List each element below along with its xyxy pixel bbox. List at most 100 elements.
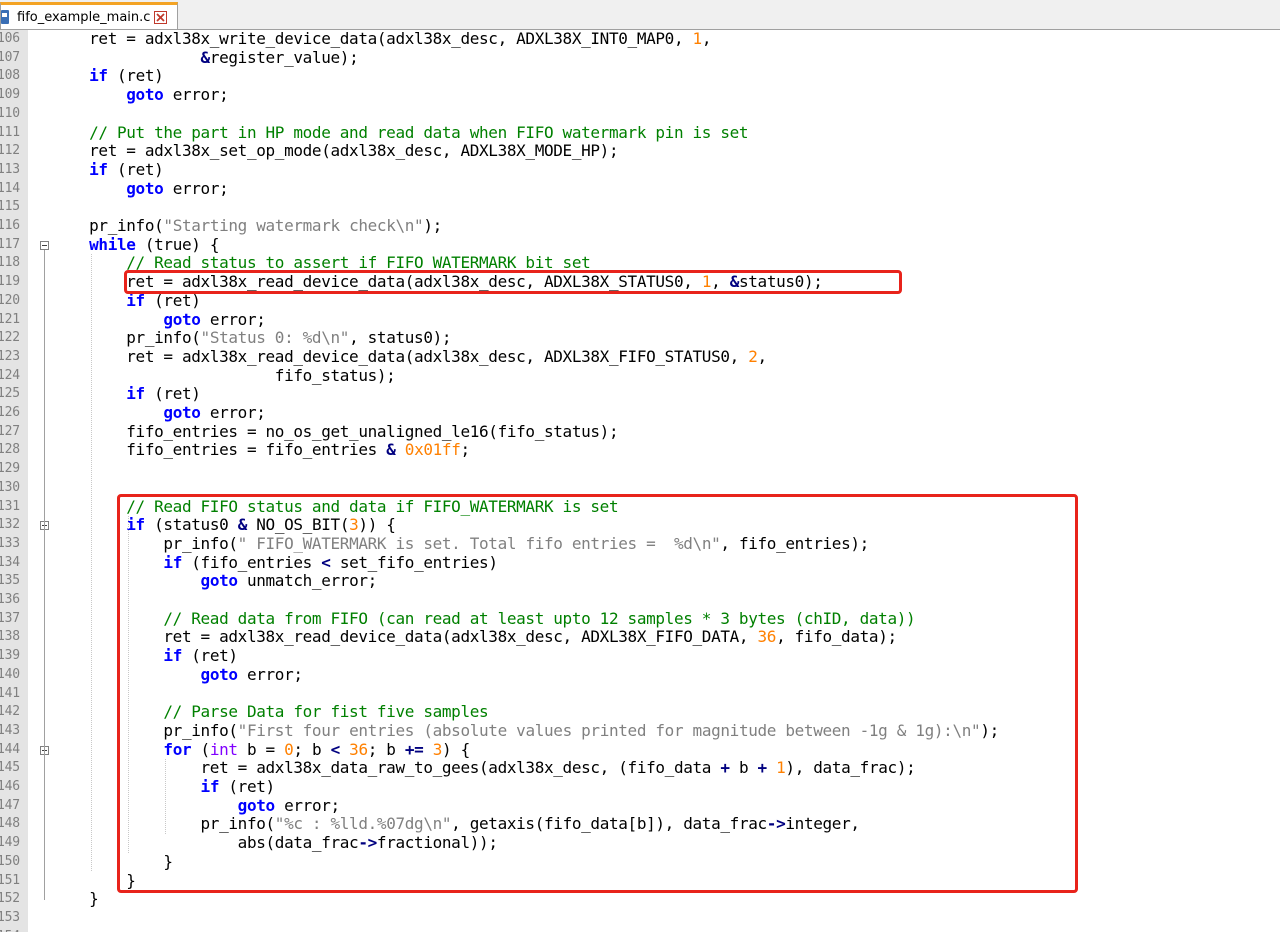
line-number: 106 [0, 31, 20, 46]
code-line[interactable]: 142 // Parse Data for fist five samples [0, 702, 1280, 722]
code-line[interactable]: 130 [0, 479, 1280, 498]
code-text: ret = adxl38x_read_device_data(adxl38x_d… [52, 272, 823, 292]
code-token: error; [200, 403, 266, 422]
code-line[interactable]: 125 if (ret) [0, 384, 1280, 404]
code-token: } [52, 851, 173, 871]
code-line[interactable]: 153 [0, 909, 1280, 928]
code-text: goto error; [52, 795, 340, 816]
code-token: ); [423, 216, 442, 235]
code-line[interactable]: 115 [0, 198, 1280, 217]
code-line[interactable]: 137 // Read data from FIFO (can read at … [0, 609, 1280, 629]
code-token: error; [200, 309, 266, 329]
code-line[interactable]: 152 } [0, 889, 1280, 909]
code-line[interactable]: 148 pr_info("%c : %lld.%07dg\n", getaxis… [0, 815, 1280, 834]
code-line[interactable]: 122 pr_info("Status 0: %d\n", status0); [0, 328, 1280, 348]
code-line[interactable]: 108 if (ret) [0, 67, 1280, 86]
code-text: } [52, 851, 173, 872]
code-line[interactable]: 110 [0, 105, 1280, 124]
code-line[interactable]: 139 if (ret) [0, 646, 1280, 666]
code-line[interactable]: 120 if (ret) [0, 291, 1280, 311]
code-line[interactable]: 140 goto error; [0, 664, 1280, 685]
code-line[interactable]: 138 ret = adxl38x_read_device_data(adxl3… [0, 628, 1280, 647]
code-line[interactable]: 109 goto error; [0, 85, 1280, 105]
code-token: , getaxis(fifo_data[b]), data_frac [451, 814, 767, 834]
code-token: fractional)); [376, 833, 498, 853]
code-token: (status0 [144, 515, 238, 535]
code-line[interactable]: 154 error: [0, 927, 1280, 932]
code-line[interactable]: 136 [0, 591, 1280, 610]
code-token: goto [200, 664, 238, 684]
code-line[interactable]: 116 pr_info("Starting watermark check\n"… [0, 216, 1280, 236]
code-line[interactable]: 107 &register_value); [0, 48, 1280, 68]
code-token: if [89, 159, 108, 179]
code-line[interactable]: 124 fifo_status); [0, 366, 1280, 386]
code-token: & [729, 272, 740, 292]
code-line[interactable]: 106 ret = adxl38x_write_device_data(adxl… [0, 30, 1280, 49]
code-line[interactable]: 133 pr_info(" FIFO_WATERMARK is set. Tot… [0, 533, 1280, 554]
code-line[interactable]: 119 ret = adxl38x_read_device_data(adxl3… [0, 272, 1280, 292]
code-line[interactable]: 113 if (ret) [0, 159, 1280, 180]
code-line[interactable]: 132 if (status0 & NO_OS_BIT(3)) { [0, 515, 1280, 535]
line-number: 118 [0, 255, 20, 271]
code-line[interactable]: 143 pr_info("First four entries (absolut… [0, 721, 1280, 741]
line-number: 141 [0, 685, 20, 701]
fold-toggle-icon[interactable] [40, 240, 49, 250]
code-line[interactable]: 126 goto error; [0, 403, 1280, 423]
code-token: " FIFO_WATERMARK is set. Total fifo entr… [237, 533, 721, 553]
editor-window: fifo_example_main.c 106 ret = adxl38x_wr… [0, 0, 1280, 932]
code-line[interactable]: 131 // Read FIFO status and data if FIFO… [0, 497, 1280, 517]
code-editor[interactable]: 106 ret = adxl38x_write_device_data(adxl… [0, 30, 1280, 932]
code-text: goto error; [52, 309, 266, 330]
tab-bar: fifo_example_main.c [0, 0, 1280, 30]
code-text: ret = adxl38x_read_device_data(adxl38x_d… [52, 346, 768, 367]
line-number: 151 [0, 872, 20, 888]
line-number: 123 [0, 348, 20, 364]
code-line[interactable]: 123 ret = adxl38x_read_device_data(adxl3… [0, 346, 1280, 367]
code-line[interactable]: 134 if (fifo_entries < set_fifo_entries) [0, 553, 1280, 573]
code-line[interactable]: 121 goto error; [0, 309, 1280, 330]
code-line[interactable]: 129 [0, 460, 1280, 479]
code-line[interactable]: 151 } [0, 871, 1280, 891]
code-line[interactable]: 118 // Read status to assert if FIFO_WAT… [0, 254, 1280, 273]
code-line[interactable]: 149 abs(data_frac->fractional)); [0, 833, 1280, 853]
code-line[interactable]: 128 fifo_entries = fifo_entries & 0x01ff… [0, 441, 1280, 460]
tab-fifo-example-main[interactable]: fifo_example_main.c [0, 2, 178, 29]
code-token: + [757, 758, 768, 778]
code-line[interactable]: 146 if (ret) [0, 777, 1280, 797]
code-token: 1 [701, 272, 712, 292]
code-line[interactable]: 141 [0, 685, 1280, 704]
code-line[interactable]: 111 // Put the part in HP mode and read … [0, 123, 1280, 143]
code-text: ret = adxl38x_read_device_data(adxl38x_d… [52, 628, 897, 647]
code-line[interactable]: 150 } [0, 851, 1280, 872]
code-token: , [757, 346, 768, 366]
code-token: , status0); [349, 328, 452, 348]
code-text: goto error; [52, 179, 228, 199]
code-line[interactable]: 147 goto error; [0, 795, 1280, 816]
line-number: 150 [0, 853, 20, 869]
code-line[interactable]: 135 goto unmatch_error; [0, 571, 1280, 591]
code-token: status0); [738, 272, 823, 292]
close-icon[interactable] [154, 10, 168, 24]
code-line[interactable]: 117 while (true) { [0, 235, 1280, 255]
code-line[interactable]: 145 ret = adxl38x_data_raw_to_gees(adxl3… [0, 758, 1280, 778]
code-line[interactable]: 144 for (int b = 0; b < 36; b += 3) { [0, 740, 1280, 760]
code-text: if (ret) [52, 291, 201, 311]
code-text: // Read FIFO status and data if FIFO_WAT… [52, 497, 618, 517]
code-token: -> [358, 833, 377, 853]
code-line[interactable]: 127 fifo_entries = no_os_get_unaligned_l… [0, 422, 1280, 442]
line-number: 125 [0, 386, 20, 402]
code-token: "%c : %lld.%07dg\n" [274, 814, 452, 834]
code-token: goto [237, 795, 275, 815]
code-line[interactable]: 114 goto error; [0, 179, 1280, 199]
file-c-icon [1, 10, 9, 24]
code-text: fifo_status); [52, 366, 396, 386]
code-text: goto error; [52, 403, 266, 423]
code-line[interactable]: 112 ret = adxl38x_set_op_mode(adxl38x_de… [0, 141, 1280, 161]
code-token: pr_info( [52, 814, 276, 834]
